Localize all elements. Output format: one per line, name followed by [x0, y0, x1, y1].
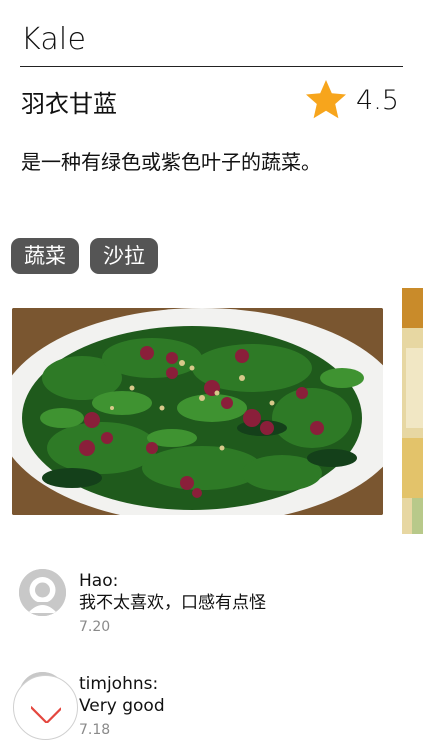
- star-icon: [306, 80, 347, 119]
- comment-text: Very good: [79, 696, 165, 716]
- chinese-name: 羽衣甘蓝: [21, 90, 117, 118]
- tag-vegetable[interactable]: 蔬菜: [11, 238, 79, 274]
- detail-card: Kale 羽衣甘蓝 4.5 是一种有绿色或紫色叶子的蔬菜。 蔬菜 沙拉 Hao:…: [0, 0, 423, 750]
- tag-list: 蔬菜 沙拉: [11, 238, 158, 274]
- comment-author: timjohns:: [79, 674, 159, 694]
- person-icon: [19, 569, 66, 616]
- title-divider: [20, 66, 403, 67]
- photo-gallery[interactable]: [12, 288, 423, 534]
- comment-text: 我不太喜欢，口感有点怪: [79, 593, 266, 613]
- kale-salad-photo[interactable]: [12, 308, 383, 515]
- scroll-down-button[interactable]: [13, 675, 78, 740]
- tag-salad[interactable]: 沙拉: [90, 238, 158, 274]
- description: 是一种有绿色或紫色叶子的蔬菜。: [21, 150, 321, 174]
- arrow-down-icon: [30, 705, 61, 723]
- page-title: Kale: [21, 22, 87, 57]
- rating-value: 4.5: [356, 84, 399, 116]
- comment-author: Hao:: [79, 571, 119, 591]
- comment-date: 7.20: [79, 619, 111, 635]
- comment-date: 7.18: [79, 722, 111, 738]
- rating: 4.5: [304, 78, 399, 122]
- next-photo-peek[interactable]: [402, 288, 423, 534]
